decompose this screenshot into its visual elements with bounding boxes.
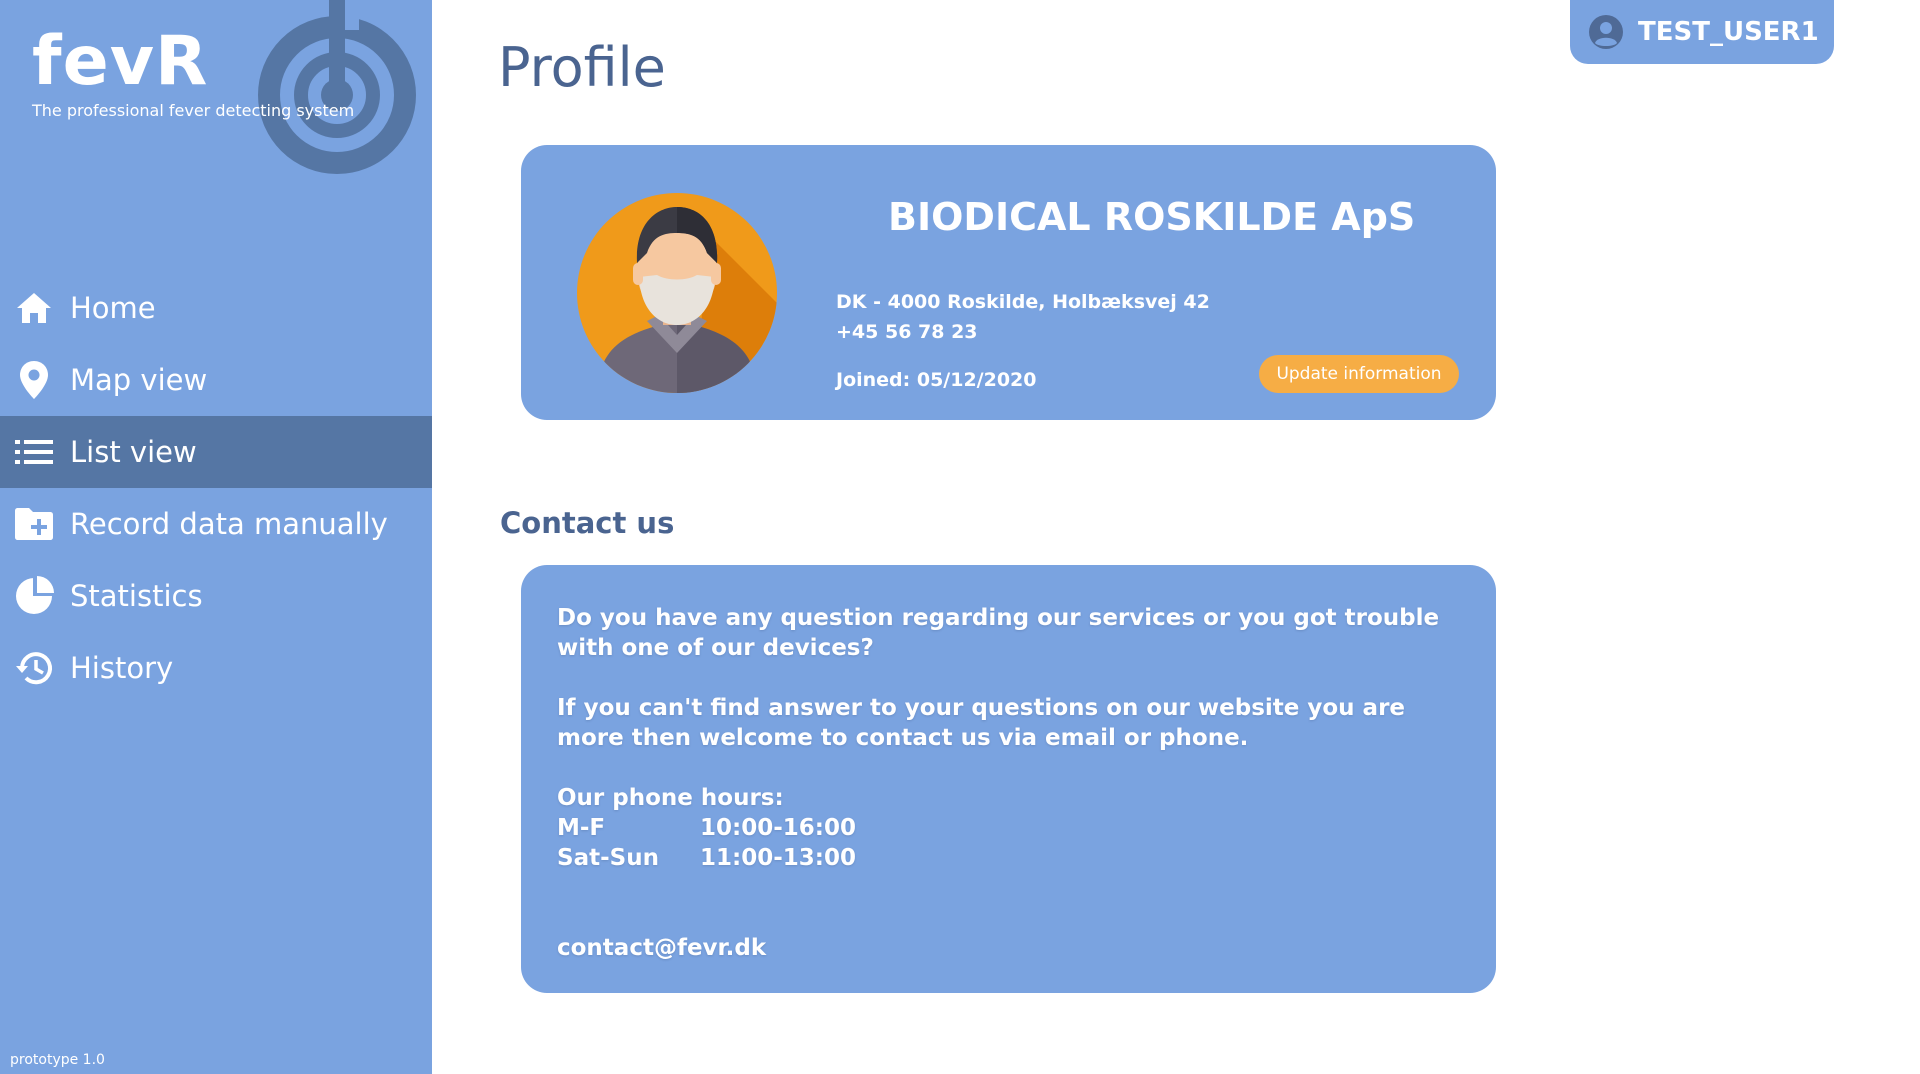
sidebar: fevR The professional fever detecting sy… [0,0,432,1074]
brand-name: fevR [32,22,209,101]
sidebar-item-label: Statistics [70,579,203,613]
joined-date: Joined: 05/12/2020 [836,369,1037,391]
update-information-button[interactable]: Update information [1259,355,1459,393]
contact-website-note: If you can't find answer to your questio… [557,695,1406,751]
sidebar-item-map-view[interactable]: Map view [0,344,432,416]
history-icon [14,648,54,688]
sidebar-item-label: List view [70,435,197,469]
company-phone: +45 56 78 23 [836,321,978,343]
user-avatar-icon [1589,15,1623,49]
list-icon [14,432,54,472]
map-pin-icon [14,360,54,400]
home-icon [14,288,54,328]
hours-day: M-F [557,815,606,841]
app: fevR The professional fever detecting sy… [0,0,1920,1074]
company-address: DK - 4000 Roskilde, Holbæksvej 42 [836,291,1210,313]
hours-day: Sat-Sun [557,845,659,871]
contact-question: Do you have any question regarding our s… [557,605,1440,661]
contact-title: Contact us [500,506,675,540]
target-logo-icon [258,0,416,174]
hours-row: M-F 10:00-16:00 [557,813,1460,843]
avatar [577,193,777,393]
contact-email-link[interactable]: contact@fevr.dk [557,933,1460,963]
hours-time: 11:00-13:00 [700,845,856,871]
sidebar-item-statistics[interactable]: Statistics [0,560,432,632]
company-name: BIODICAL ROSKILDE ApS [888,195,1416,239]
version-label: prototype 1.0 [10,1052,105,1068]
profile-card: BIODICAL ROSKILDE ApS DK - 4000 Roskilde… [521,145,1496,420]
hours-row: Sat-Sun 11:00-13:00 [557,843,1460,873]
pie-chart-icon [14,576,54,616]
sidebar-item-label: History [70,651,174,685]
sidebar-item-label: Record data manually [70,507,388,541]
sidebar-item-history[interactable]: History [0,632,432,704]
sidebar-item-label: Home [70,291,156,325]
sidebar-item-list-view[interactable]: List view [0,416,432,488]
sidebar-nav: Home Map view List view Record data manu… [0,272,432,704]
phone-hours-title: Our phone hours: [557,785,784,811]
user-menu-button[interactable]: TEST_USER1 [1570,0,1834,64]
contact-card: Do you have any question regarding our s… [521,565,1496,993]
page-title: Profile [498,36,666,99]
hours-time: 10:00-16:00 [700,815,856,841]
folder-plus-icon [14,504,54,544]
brand-tagline: The professional fever detecting system [32,101,355,120]
username: TEST_USER1 [1638,17,1819,47]
sidebar-item-home[interactable]: Home [0,272,432,344]
sidebar-item-label: Map view [70,363,208,397]
sidebar-item-record-data[interactable]: Record data manually [0,488,432,560]
